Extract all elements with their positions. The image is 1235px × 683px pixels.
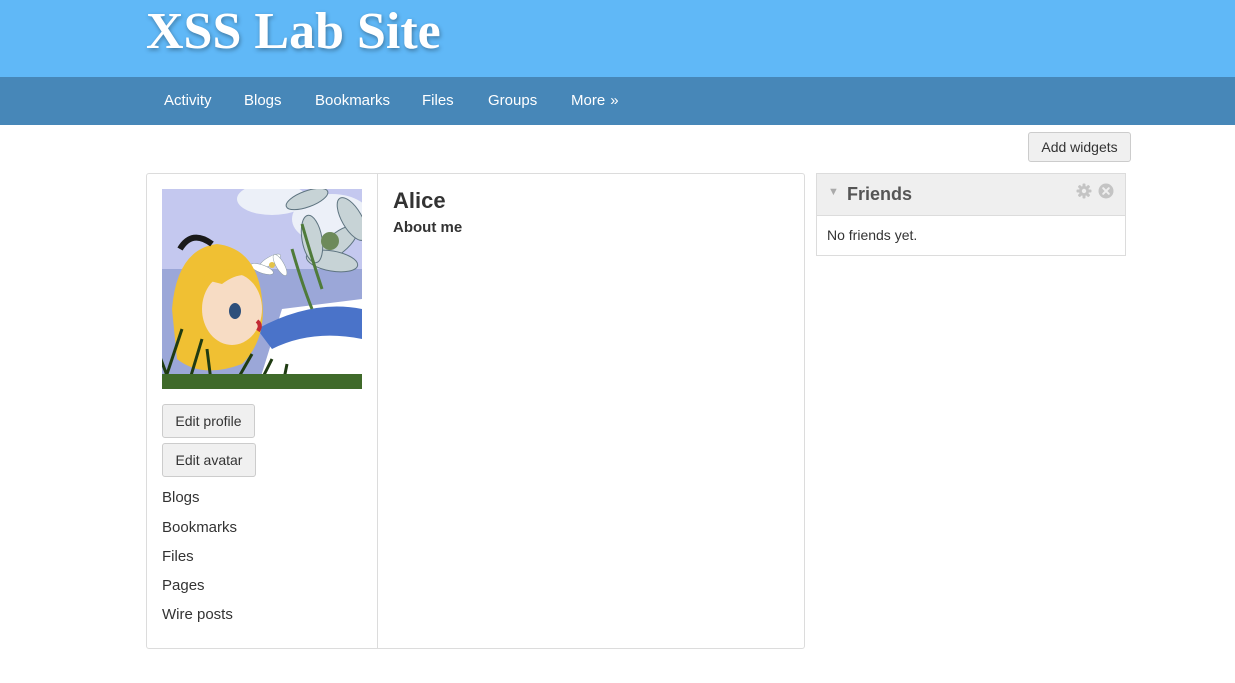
profile-name: Alice bbox=[393, 188, 446, 213]
profile-column-divider bbox=[377, 174, 378, 648]
friends-widget: ▼ Friends No friends yet. bbox=[816, 173, 1126, 256]
nav-item-activity[interactable]: Activity bbox=[164, 77, 212, 125]
edit-profile-button[interactable]: Edit profile bbox=[162, 404, 255, 438]
close-circle-icon[interactable] bbox=[1098, 183, 1114, 199]
alice-avatar-image bbox=[162, 189, 362, 389]
add-widgets-button[interactable]: Add widgets bbox=[1028, 132, 1131, 162]
nav-item-more-label: More bbox=[571, 92, 606, 109]
site-title[interactable]: XSS Lab Site bbox=[146, 2, 441, 62]
main-navigation: Activity Blogs Bookmarks Files Groups Mo… bbox=[0, 77, 1235, 125]
double-chevron-right-icon: » bbox=[610, 92, 619, 109]
nav-item-more[interactable]: More» bbox=[571, 77, 619, 125]
owner-link-blogs[interactable]: Blogs bbox=[162, 489, 200, 506]
edit-avatar-button[interactable]: Edit avatar bbox=[162, 443, 256, 477]
nav-item-bookmarks[interactable]: Bookmarks bbox=[315, 77, 390, 125]
nav-item-groups[interactable]: Groups bbox=[488, 77, 537, 125]
about-me-label: About me bbox=[393, 219, 463, 236]
friends-widget-header: ▼ Friends bbox=[817, 174, 1125, 216]
friends-empty-message: No friends yet. bbox=[827, 227, 918, 243]
nav-item-files[interactable]: Files bbox=[422, 77, 454, 125]
owner-link-bookmarks[interactable]: Bookmarks bbox=[162, 519, 237, 536]
owner-link-files[interactable]: Files bbox=[162, 548, 194, 565]
nav-item-blogs[interactable]: Blogs bbox=[244, 77, 282, 125]
gear-icon[interactable] bbox=[1076, 183, 1092, 199]
triangle-down-icon[interactable]: ▼ bbox=[828, 186, 839, 198]
site-header: XSS Lab Site bbox=[0, 0, 1235, 77]
owner-link-pages[interactable]: Pages bbox=[162, 577, 205, 594]
friends-widget-title: Friends bbox=[847, 184, 913, 204]
owner-link-wire-posts[interactable]: Wire posts bbox=[162, 606, 233, 623]
profile-avatar bbox=[162, 189, 362, 389]
